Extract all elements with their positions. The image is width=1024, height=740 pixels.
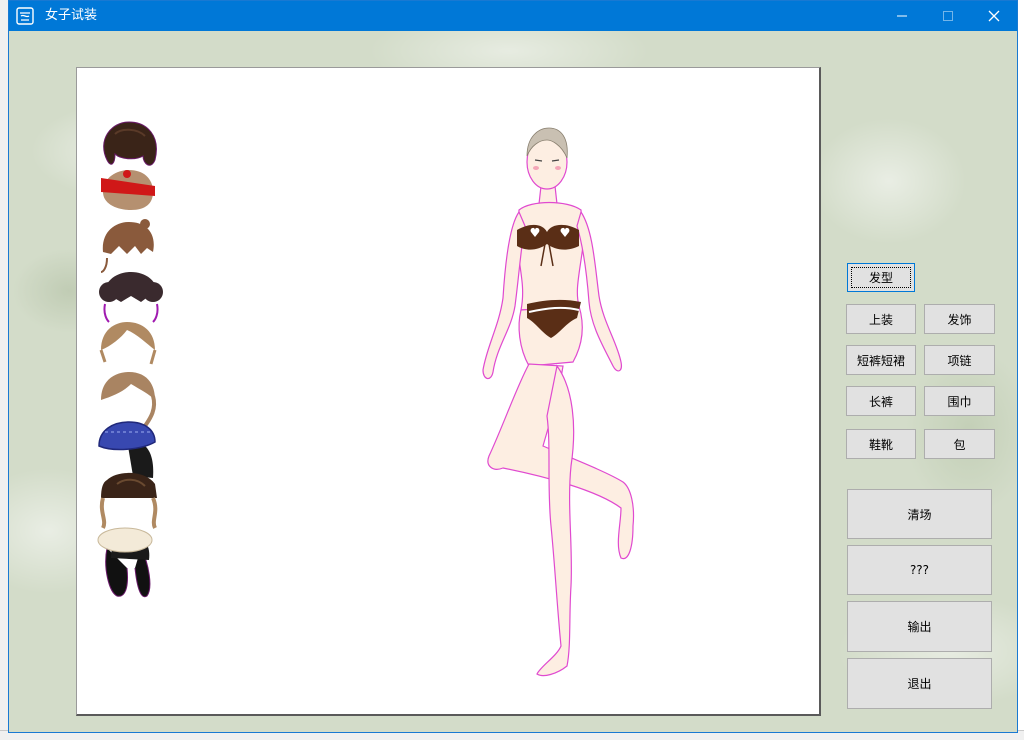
close-icon bbox=[988, 10, 1000, 22]
maximize-button[interactable] bbox=[925, 1, 971, 31]
dressing-canvas[interactable] bbox=[76, 67, 821, 716]
hair-icon bbox=[100, 219, 154, 273]
hair-icon bbox=[99, 272, 163, 323]
maximize-icon bbox=[943, 11, 953, 21]
hair-option-3[interactable] bbox=[97, 218, 163, 278]
hair-accessory-button[interactable]: 发饰 bbox=[924, 304, 995, 334]
window-title: 女子试装 bbox=[45, 8, 98, 23]
hair-option-9[interactable] bbox=[97, 518, 163, 604]
shorts-skirt-button[interactable]: 短裤短裙 bbox=[846, 345, 916, 375]
hair-option-5[interactable] bbox=[97, 320, 163, 374]
clear-button[interactable]: 清场 bbox=[847, 489, 992, 539]
title-bar[interactable]: 女子试装 bbox=[9, 1, 1017, 31]
hair-icon bbox=[101, 170, 155, 210]
bag-button[interactable]: 包 bbox=[924, 429, 995, 459]
shoes-button[interactable]: 鞋靴 bbox=[846, 429, 916, 459]
top-button[interactable]: 上装 bbox=[846, 304, 916, 334]
hairstyle-button[interactable]: 发型 bbox=[847, 263, 915, 292]
hair-option-2[interactable] bbox=[97, 168, 163, 216]
pants-button[interactable]: 长裤 bbox=[846, 386, 916, 416]
hair-icon bbox=[97, 527, 153, 598]
doll-figure bbox=[482, 127, 635, 677]
client-area: 发型 上装 发饰 短裤短裙 项链 长裤 围巾 鞋靴 包 清场 ??? 输出 退出 bbox=[9, 31, 1017, 732]
unknown-button[interactable]: ??? bbox=[847, 545, 992, 595]
necklace-button[interactable]: 项链 bbox=[924, 345, 995, 375]
close-button[interactable] bbox=[971, 1, 1017, 31]
export-button[interactable]: 输出 bbox=[847, 601, 992, 652]
scarf-button[interactable]: 围巾 bbox=[924, 386, 995, 416]
minimize-button[interactable] bbox=[879, 1, 925, 31]
hair-icon bbox=[99, 322, 157, 365]
main-window: 女子试装 发型 上装 发饰 短裤短裙 项链 长裤 围巾 鞋靴 包 清场 ??? … bbox=[8, 0, 1018, 733]
minimize-icon bbox=[897, 15, 907, 17]
exit-button[interactable]: 退出 bbox=[847, 658, 992, 709]
app-icon bbox=[15, 6, 35, 26]
